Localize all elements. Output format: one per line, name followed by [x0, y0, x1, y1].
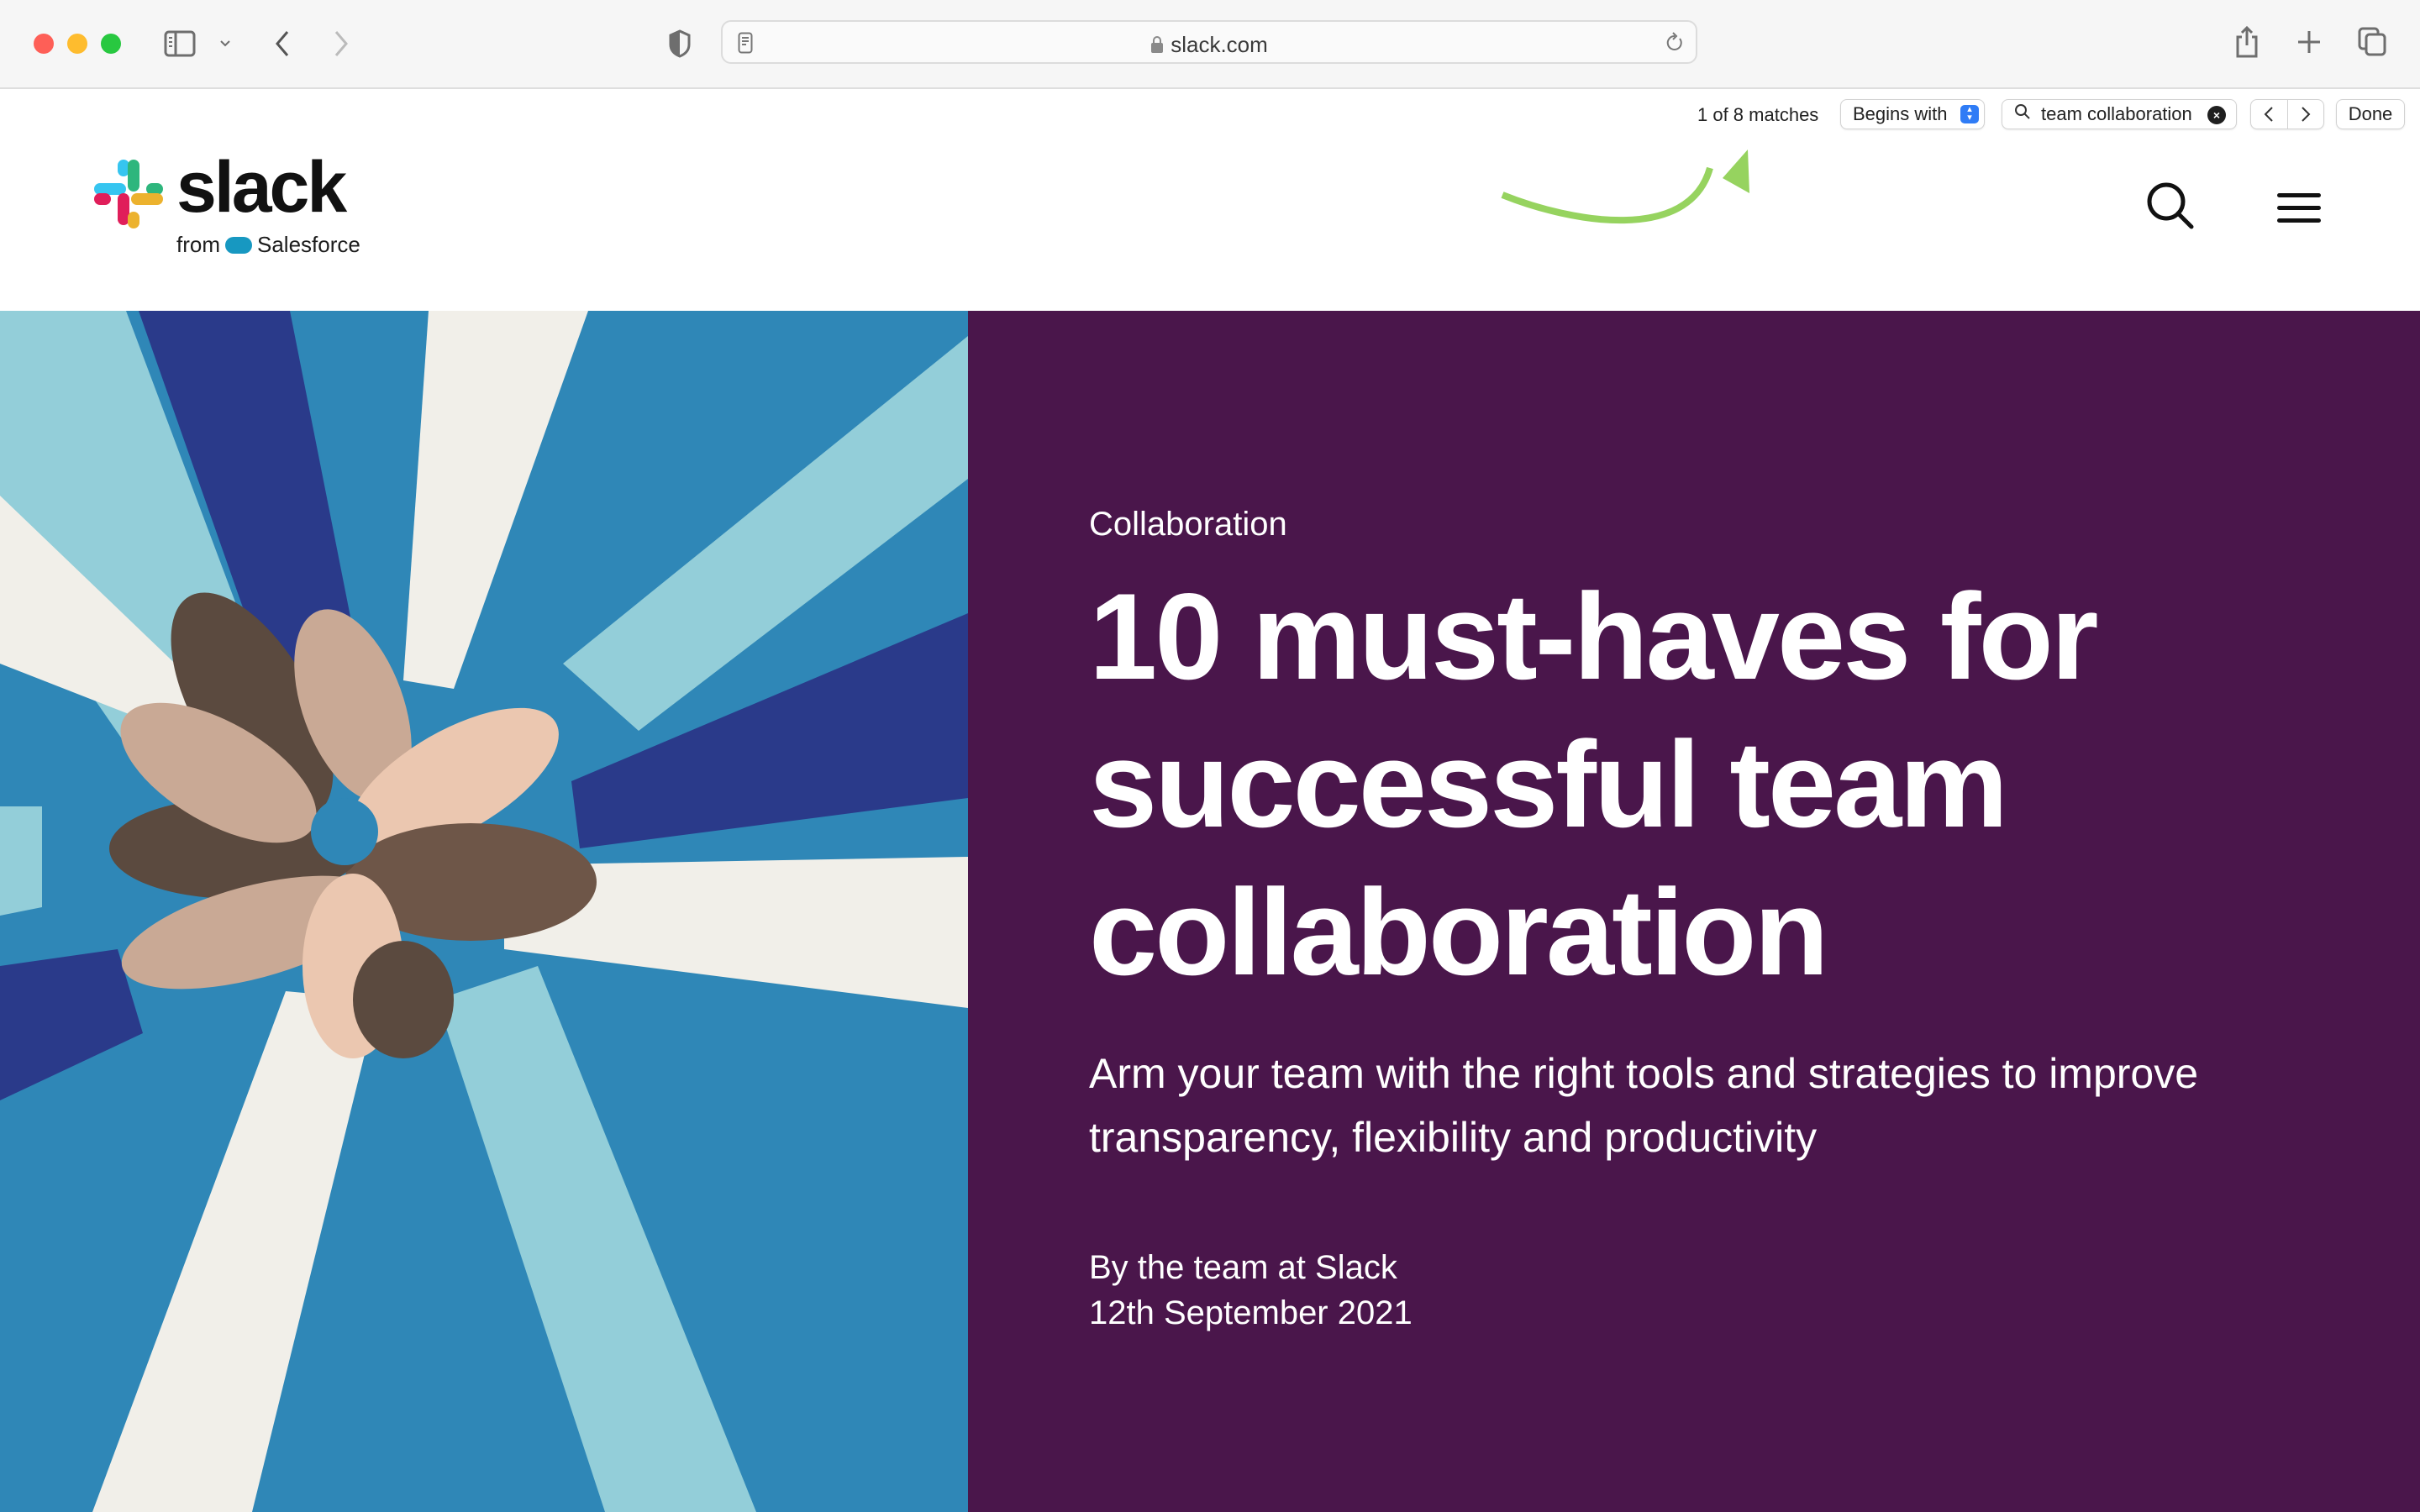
from-salesforce: from Salesforce [176, 232, 360, 258]
slack-wordmark[interactable]: slack [176, 151, 347, 223]
chevron-down-icon[interactable] [215, 34, 235, 54]
share-icon[interactable] [2232, 24, 2262, 60]
privacy-shield-icon[interactable] [667, 27, 692, 60]
article-category[interactable]: Collaboration [1089, 506, 1287, 543]
annotation-arrow-icon [1496, 143, 1765, 248]
hamburger-menu-icon[interactable] [2275, 192, 2323, 229]
find-mode-label: Begins with [1853, 103, 1948, 124]
search-icon [2014, 103, 2031, 125]
hero-panel: Collaboration 10 must-haves for successf… [968, 311, 2420, 1512]
address-bar[interactable]: slack.com [721, 20, 1697, 64]
article-byline: By the team at Slack 12th September 2021 [1089, 1245, 1413, 1336]
salesforce-label: Salesforce [257, 232, 360, 257]
salesforce-cloud-icon [225, 236, 252, 254]
find-input[interactable]: team collaboration × [2002, 99, 2237, 129]
tab-overview-icon[interactable] [2356, 25, 2390, 59]
zoom-window-button[interactable] [101, 34, 121, 54]
back-icon[interactable] [269, 27, 296, 60]
site-search-icon[interactable] [2144, 180, 2196, 236]
find-query: team collaboration [2041, 103, 2192, 124]
find-done-button[interactable]: Done [2336, 99, 2405, 129]
url-text: slack.com [1171, 32, 1268, 57]
hero-illustration [0, 311, 968, 1512]
article-subtitle: Arm your team with the right tools and s… [1089, 1050, 2199, 1161]
find-mode-select[interactable]: Begins with ▴ ▾ [1840, 99, 1985, 129]
article-author: By the team at Slack [1089, 1249, 1397, 1286]
clear-search-icon[interactable]: × [2207, 106, 2226, 124]
up-down-chevron-icon: ▴ ▾ [1960, 105, 1979, 123]
article-title: 10 must-haves for successful team collab… [1089, 568, 2099, 1000]
minimize-window-button[interactable] [67, 34, 87, 54]
reload-icon[interactable] [1664, 30, 1686, 55]
new-tab-icon[interactable] [2294, 27, 2324, 57]
article-date: 12th September 2021 [1089, 1294, 1413, 1331]
slack-logo-mark-icon[interactable] [94, 160, 163, 233]
find-navigation [2250, 99, 2324, 129]
browser-toolbar: slack.com [0, 0, 2420, 89]
lock-icon [1150, 34, 1164, 60]
next-match-button[interactable] [2286, 100, 2324, 129]
forward-icon[interactable] [328, 27, 355, 60]
close-window-button[interactable] [34, 34, 54, 54]
sidebar-icon[interactable] [163, 27, 197, 60]
previous-match-button[interactable] [2251, 100, 2287, 129]
find-match-count: 1 of 8 matches [1697, 104, 1819, 125]
from-label: from [176, 232, 220, 257]
